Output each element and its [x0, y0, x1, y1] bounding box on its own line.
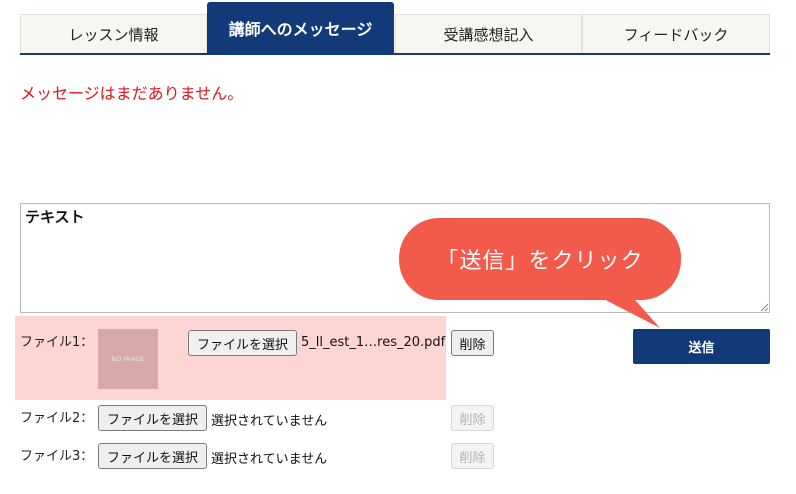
file-3-delete-button[interactable]: 削除 [451, 443, 494, 469]
no-messages-notice: メッセージはまだありません。 [20, 84, 244, 103]
tab-underline [20, 53, 770, 55]
file-row-highlight [15, 316, 446, 400]
file-3-label: ファイル3： [20, 449, 94, 464]
file-2-choose-button[interactable]: ファイルを選択 [98, 405, 207, 431]
tab-message-to-teacher[interactable]: 講師へのメッセージ [207, 2, 394, 53]
tab-feedback[interactable]: フィードバック [582, 14, 770, 53]
tab-label: レッスン情報 [68, 25, 159, 44]
tab-bar: レッスン情報 講師へのメッセージ 受講感想記入 フィードバック [20, 0, 770, 55]
file-2-delete-button[interactable]: 削除 [451, 405, 494, 431]
tab-label: 受講感想記入 [443, 25, 534, 44]
tab-label: フィードバック [623, 25, 729, 44]
tab-label: 講師へのメッセージ [228, 19, 373, 39]
file-1-label: ファイル1： [20, 335, 94, 350]
file-1-choose-button[interactable]: ファイルを選択 [188, 330, 297, 356]
file-1-delete-button[interactable]: 削除 [451, 330, 494, 356]
tab-lesson-impression[interactable]: 受講感想記入 [395, 14, 582, 53]
file-1-thumbnail: NO IMAGE [98, 329, 158, 389]
file-2-label: ファイル2： [20, 411, 94, 426]
resize-grip-icon[interactable] [760, 303, 769, 312]
tab-lesson-info[interactable]: レッスン情報 [20, 14, 207, 53]
send-button[interactable]: 送信 [633, 329, 770, 364]
instruction-callout: 「送信」をクリック [399, 218, 681, 300]
callout-text: 「送信」をクリック [436, 249, 644, 274]
file-2-status: 選択されていません [211, 414, 328, 429]
file-3-status: 選択されていません [211, 452, 328, 467]
no-image-placeholder: NO IMAGE [111, 355, 145, 363]
file-1-name: 5_ll_est_1…res_20.pdf [301, 335, 446, 350]
file-3-choose-button[interactable]: ファイルを選択 [98, 443, 207, 469]
